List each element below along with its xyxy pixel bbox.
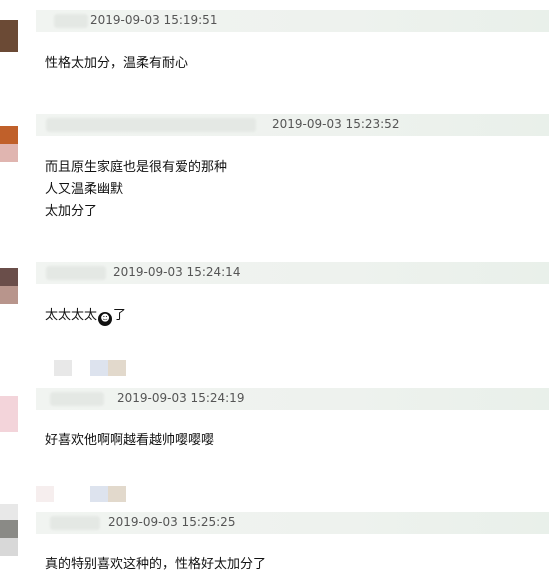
comment-timestamp: 2019-09-03 15:24:19	[117, 391, 245, 405]
blurred-image	[36, 486, 54, 502]
comment-header: 2019-09-03 15:25:25	[36, 512, 549, 534]
blurred-image	[90, 360, 108, 376]
comment-text: 人又温柔幽默	[45, 182, 124, 197]
comment-text: 好喜欢他啊啊越看越帅嘤嘤嘤	[45, 433, 215, 448]
comment-timestamp: 2019-09-03 15:23:52	[272, 117, 400, 131]
comment-header: 2019-09-03 15:19:51	[36, 10, 549, 32]
blurred-image	[54, 360, 72, 376]
face-icon: ☻	[98, 312, 113, 326]
blurred-image	[108, 360, 126, 376]
blurred-image	[108, 486, 126, 502]
comment-text: 而且原生家庭也是很有爱的那种	[45, 160, 228, 175]
comment-text-part: 了	[113, 308, 127, 323]
comment-timestamp: 2019-09-03 15:25:25	[108, 515, 236, 529]
comment-header: 2019-09-03 15:24:14	[36, 262, 549, 284]
comment-timestamp: 2019-09-03 15:24:14	[113, 265, 241, 279]
comment-timestamp: 2019-09-03 15:19:51	[90, 13, 218, 27]
blurred-image	[90, 486, 108, 502]
comment-text-part: 太太太太	[45, 308, 98, 323]
comment-text: 真的特别喜欢这种的，性格好太加分了	[45, 557, 267, 572]
comment-header: 2019-09-03 15:24:19	[36, 388, 549, 410]
comment-header: 2019-09-03 15:23:52	[36, 114, 549, 136]
comment-text: 性格太加分，温柔有耐心	[45, 56, 189, 71]
comment-text: 太太太太 ☻ 了	[45, 304, 126, 326]
comment-text: 太加分了	[45, 204, 98, 219]
